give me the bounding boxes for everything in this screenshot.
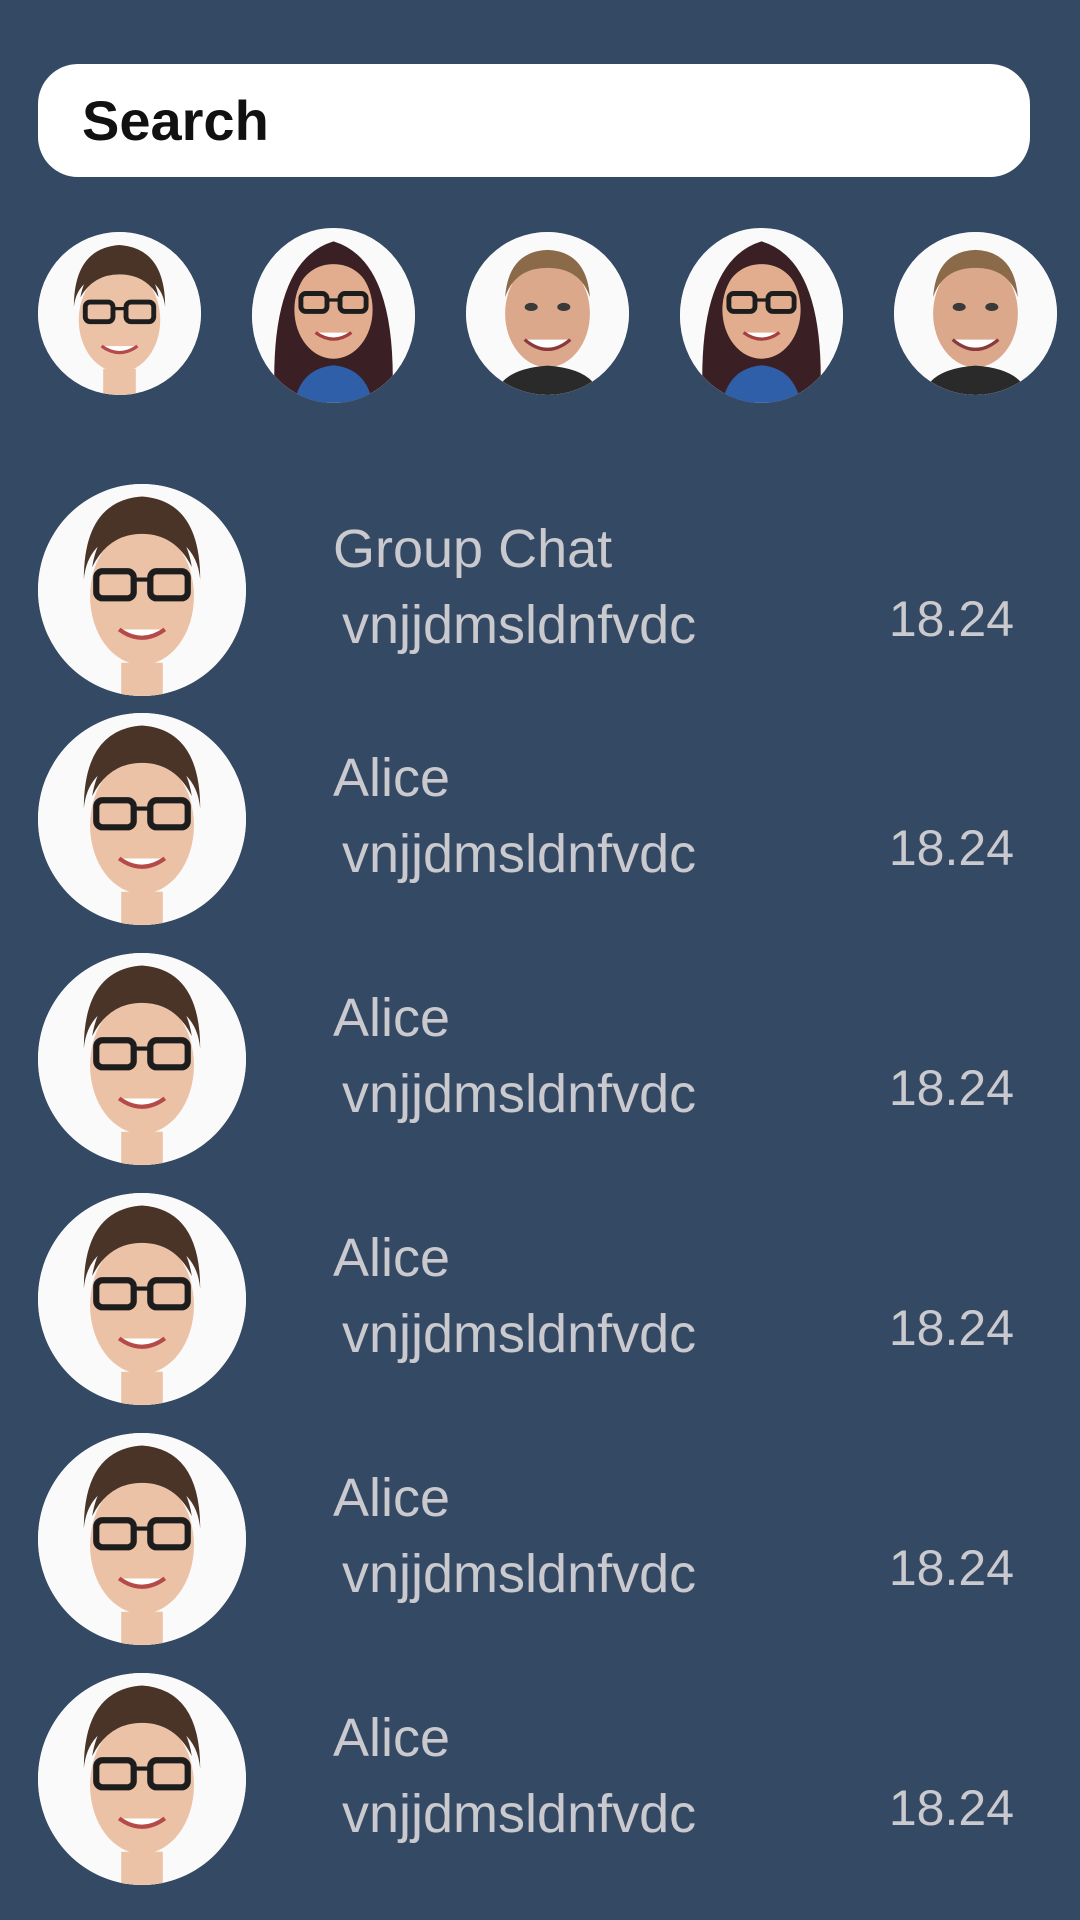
woman-dark-hair-glasses-avatar — [252, 228, 415, 403]
woman-glasses-avatar — [38, 1673, 246, 1885]
story-avatar-1[interactable] — [38, 232, 201, 395]
story-avatar-3[interactable] — [466, 232, 629, 395]
woman-dark-hair-glasses-avatar — [680, 228, 843, 403]
woman-glasses-avatar — [38, 1433, 246, 1645]
woman-glasses-avatar — [38, 484, 246, 696]
story-avatar-2[interactable] — [252, 228, 415, 403]
woman-glasses-avatar — [38, 232, 201, 395]
chat-name: Alice — [333, 1228, 451, 1288]
avatar — [38, 1673, 246, 1885]
chat-list-item[interactable]: Group Chat vnjjdmsldnfvdc 18.24 — [0, 484, 1080, 696]
search-bar[interactable] — [38, 64, 1030, 177]
chat-list-screen: Group Chat vnjjdmsldnfvdc 18.24 Alice vn… — [0, 0, 1080, 1920]
story-avatar-4[interactable] — [680, 228, 843, 403]
chat-name: Alice — [333, 988, 451, 1048]
woman-glasses-avatar — [38, 1193, 246, 1405]
chat-timestamp: 18.24 — [888, 591, 1014, 647]
chat-list-item[interactable]: Alice vnjjdmsldnfvdc 18.24 — [0, 713, 1080, 925]
chat-timestamp: 18.24 — [888, 1300, 1014, 1356]
chat-name: Alice — [333, 1468, 451, 1528]
avatar — [38, 1433, 246, 1645]
chat-name: Alice — [333, 748, 451, 808]
chat-list-item[interactable]: Alice vnjjdmsldnfvdc 18.24 — [0, 1433, 1080, 1645]
chat-name: Alice — [333, 1708, 451, 1768]
chat-timestamp: 18.24 — [888, 1540, 1014, 1596]
chat-last-message: vnjjdmsldnfvdc — [342, 824, 697, 884]
chat-last-message: vnjjdmsldnfvdc — [342, 595, 697, 655]
chat-list-item[interactable]: Alice vnjjdmsldnfvdc 18.24 — [0, 1193, 1080, 1405]
avatar — [38, 713, 246, 925]
chat-list-item[interactable]: Alice vnjjdmsldnfvdc 18.24 — [0, 953, 1080, 1165]
avatar — [38, 953, 246, 1165]
chat-list-item[interactable]: Alice vnjjdmsldnfvdc 18.24 — [0, 1673, 1080, 1885]
chat-last-message: vnjjdmsldnfvdc — [342, 1784, 697, 1844]
chat-name: Group Chat — [333, 519, 613, 579]
avatar — [38, 1193, 246, 1405]
chat-timestamp: 18.24 — [888, 1780, 1014, 1836]
chat-last-message: vnjjdmsldnfvdc — [342, 1304, 697, 1364]
avatar — [38, 484, 246, 696]
search-input[interactable] — [82, 88, 982, 153]
woman-glasses-avatar — [38, 713, 246, 925]
woman-glasses-avatar — [38, 953, 246, 1165]
story-avatar-5[interactable] — [894, 232, 1057, 395]
chat-timestamp: 18.24 — [888, 1060, 1014, 1116]
chat-last-message: vnjjdmsldnfvdc — [342, 1064, 697, 1124]
stories-row — [0, 228, 1080, 408]
man-smiling-avatar — [894, 232, 1057, 395]
chat-timestamp: 18.24 — [888, 820, 1014, 876]
chat-last-message: vnjjdmsldnfvdc — [342, 1544, 697, 1604]
man-smiling-avatar — [466, 232, 629, 395]
